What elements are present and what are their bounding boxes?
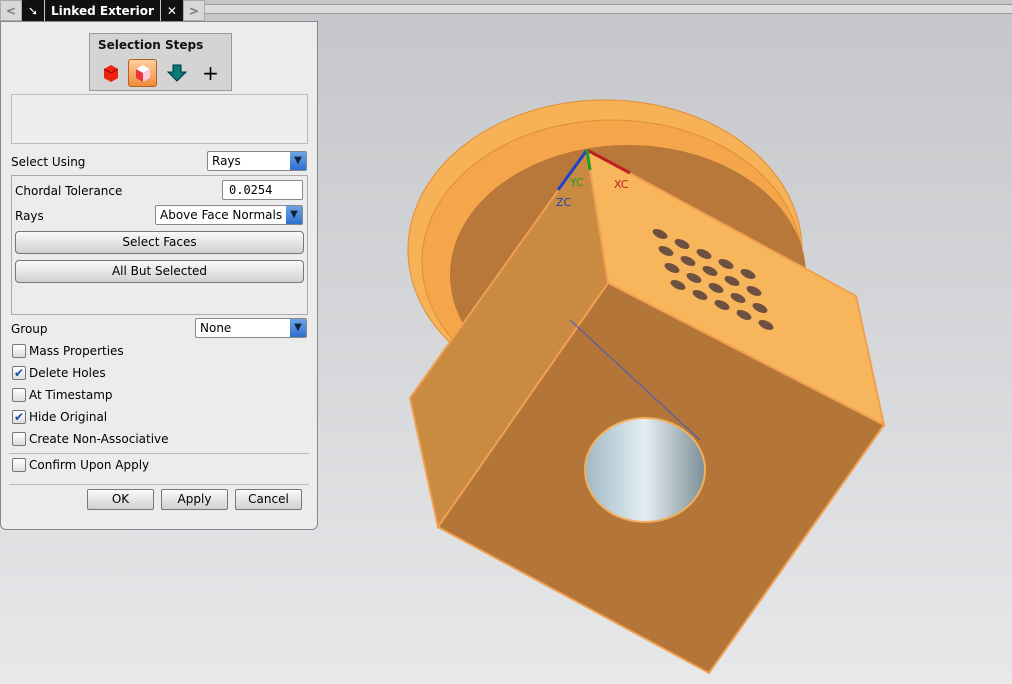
checkbox-label: Create Non-Associative: [29, 432, 169, 446]
plus-icon[interactable]: +: [196, 59, 225, 87]
option-checkbox[interactable]: ✔ Hide Original: [12, 410, 107, 424]
checkbox-label: Delete Holes: [29, 366, 106, 380]
all-but-selected-button[interactable]: All But Selected: [15, 260, 304, 283]
next-tab-button[interactable]: >: [182, 0, 205, 21]
select-using-dropdown[interactable]: Rays ▼: [207, 151, 307, 171]
through-hole: [584, 417, 706, 523]
selection-steps: Selection Steps +: [89, 33, 232, 91]
arrow-down-icon[interactable]: [162, 59, 191, 87]
rays-value: Above Face Normals: [160, 208, 283, 222]
checkbox-box[interactable]: [12, 432, 26, 446]
cancel-button[interactable]: Cancel: [235, 489, 302, 510]
checkbox-label: At Timestamp: [29, 388, 113, 402]
prev-tab-button[interactable]: <: [0, 0, 22, 21]
confirm-upon-apply-checkbox[interactable]: Confirm Upon Apply: [12, 458, 149, 472]
selection-steps-title: Selection Steps: [98, 38, 204, 52]
group-value: None: [200, 321, 232, 335]
rays-options-group: Chordal Tolerance 0.0254 Rays Above Face…: [11, 175, 308, 315]
chevron-down-icon: ▼: [286, 206, 302, 224]
close-icon[interactable]: ✕: [160, 0, 183, 21]
group-label: Group: [11, 322, 48, 336]
status-message-area: [11, 94, 308, 144]
option-checkbox[interactable]: Mass Properties: [12, 344, 124, 358]
svg-text:XC: XC: [614, 178, 629, 191]
checkbox-label: Mass Properties: [29, 344, 124, 358]
checkbox-box[interactable]: [12, 388, 26, 402]
svg-text:ZC: ZC: [556, 196, 572, 209]
dialog-title: Linked Exterior: [45, 0, 160, 21]
select-faces-button[interactable]: Select Faces: [15, 231, 304, 254]
linked-exterior-dialog: Selection Steps + Select Using Rays ▼ Cho…: [0, 21, 318, 530]
checkbox-box[interactable]: [12, 458, 26, 472]
ok-button[interactable]: OK: [87, 489, 154, 510]
checkbox-box[interactable]: [12, 344, 26, 358]
divider: [9, 484, 309, 485]
rays-label: Rays: [15, 209, 44, 223]
group-dropdown[interactable]: None ▼: [195, 318, 307, 338]
select-using-label: Select Using: [11, 155, 86, 169]
face-body-icon[interactable]: [128, 59, 157, 87]
pin-icon[interactable]: ➘: [22, 0, 44, 21]
checkbox-label: Hide Original: [29, 410, 108, 424]
dialog-tab-bar: < ➘ Linked Exterior ✕ >: [0, 0, 205, 21]
svg-text:YC: YC: [569, 176, 584, 189]
chevron-down-icon: ▼: [290, 152, 306, 170]
solid-body-icon[interactable]: [96, 59, 125, 87]
chordal-tolerance-input[interactable]: 0.0254: [222, 180, 303, 200]
option-checkbox[interactable]: ✔ Delete Holes: [12, 366, 106, 380]
tab-bar-line: [204, 4, 1012, 14]
checkbox-label: Confirm Upon Apply: [29, 458, 150, 472]
checkbox-box[interactable]: ✔: [12, 366, 26, 380]
select-using-value: Rays: [212, 154, 241, 168]
chevron-down-icon: ▼: [290, 319, 306, 337]
checkbox-box[interactable]: ✔: [12, 410, 26, 424]
option-checkbox[interactable]: At Timestamp: [12, 388, 113, 402]
chordal-tolerance-label: Chordal Tolerance: [15, 184, 123, 198]
rays-dropdown[interactable]: Above Face Normals ▼: [155, 205, 303, 225]
option-checkbox[interactable]: Create Non-Associative: [12, 432, 169, 446]
divider: [9, 453, 309, 454]
apply-button[interactable]: Apply: [161, 489, 228, 510]
